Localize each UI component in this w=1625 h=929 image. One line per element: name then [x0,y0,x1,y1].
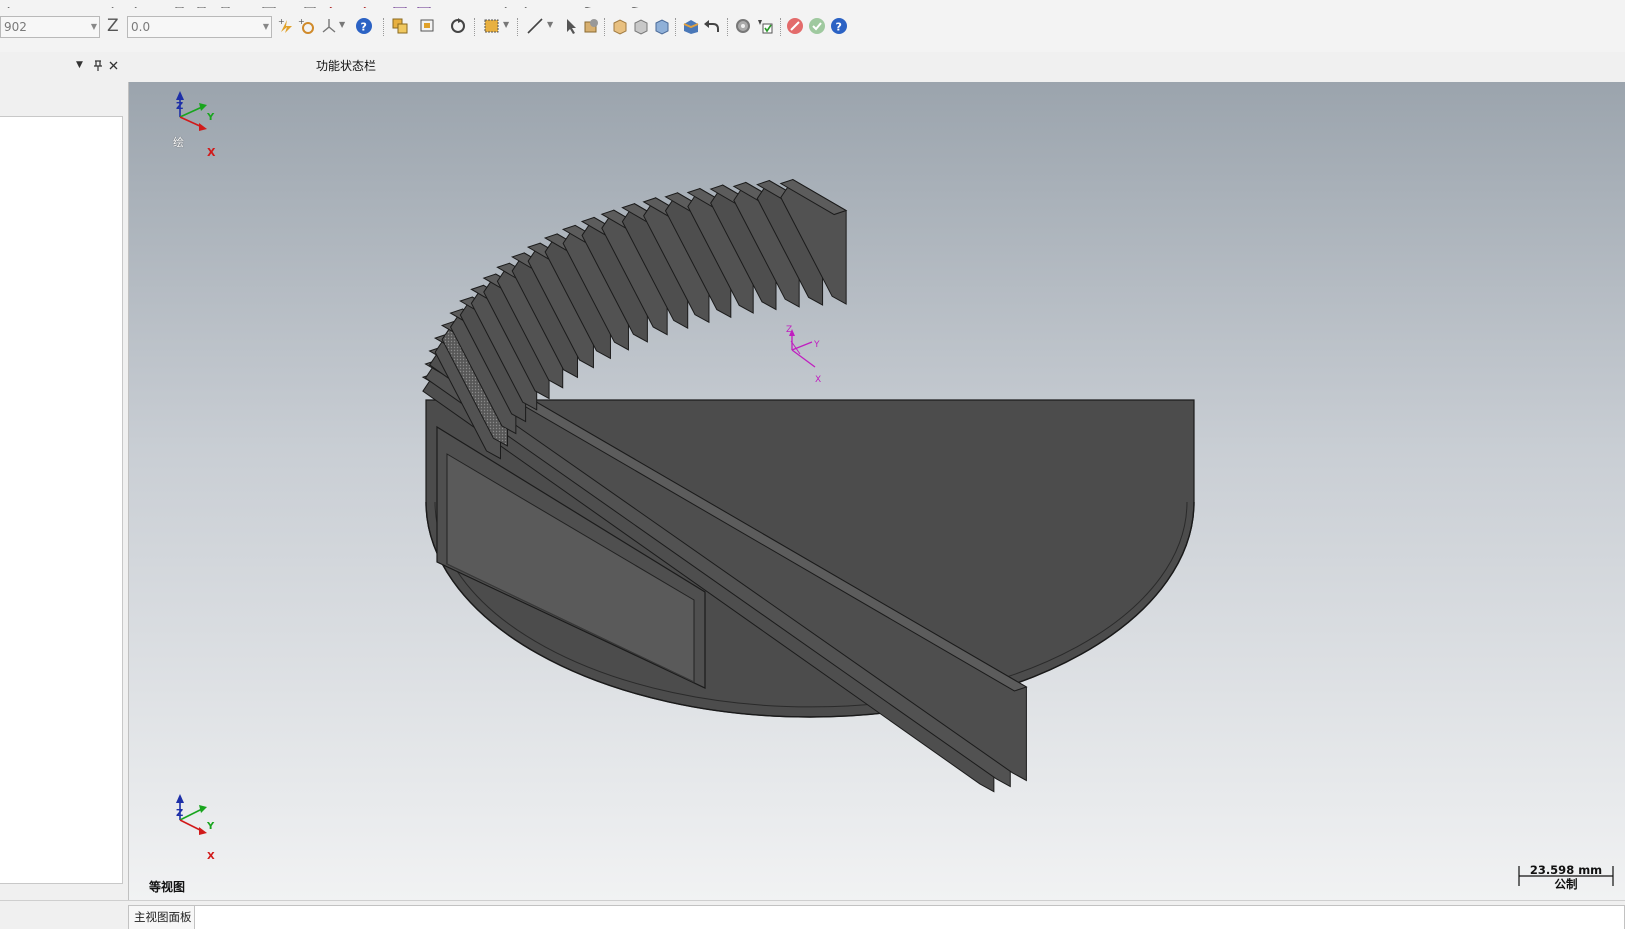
view-front-icon[interactable] [611,17,629,35]
window-select-icon[interactable] [419,17,437,35]
triad-label: 绘 [173,136,184,149]
z-coordinate-field[interactable]: 0.0 ▼ [127,16,272,38]
toolbar-separator [517,18,518,36]
rotate-view-icon[interactable] [449,17,467,35]
svg-text:Z: Z [176,808,183,819]
svg-text:+: + [298,17,305,26]
view-name-label: 等视图 [149,880,186,894]
snap-point-icon[interactable]: + [278,17,296,35]
toolbar-separator [675,18,676,36]
shaded-view-icon[interactable] [682,17,700,35]
toolbar-separator [383,18,384,36]
scale-indicator: 23.598 mm 公制 [1518,863,1614,891]
function-status-bar-title: 功能状态栏 [316,59,377,73]
z-dropdown-icon[interactable]: ▼ [263,17,269,37]
panel-header-row: ▼ 功能状态栏 [0,52,1625,80]
help-icon[interactable]: ? [830,17,848,35]
y-coordinate-field[interactable]: 902 ▼ [0,16,100,38]
ok-icon[interactable] [808,17,826,35]
left-manager-panel [0,80,124,900]
manager-content-area[interactable] [0,116,123,884]
line-dropdown-icon[interactable]: ▼ [547,20,553,29]
view-top-icon[interactable] [632,17,650,35]
viewport-canvas: Z Y X Z Y X Z Y X [176,91,1195,862]
z-coordinate-value: 0.0 [131,20,151,34]
tab-main-view-panel[interactable]: 主视图面板 [128,905,198,929]
svg-text:?: ? [836,21,842,34]
scale-value: 23.598 mm [1529,863,1603,877]
tab-main-view-panel-label: 主视图面板 [134,910,192,924]
y-coordinate-value: 902 [4,20,27,34]
view-iso-icon[interactable] [653,17,671,35]
pin-icon[interactable] [93,60,103,72]
svg-text:Y: Y [206,112,215,123]
scale-unit: 公制 [1554,877,1578,891]
origin-z-label: Z [786,325,792,335]
y-dropdown-icon[interactable]: ▼ [91,17,97,37]
toolbar-separator [474,18,475,36]
toolbar-separator [727,18,728,36]
snap-center-icon[interactable]: + [298,17,316,35]
pointer-icon[interactable] [562,17,580,35]
svg-text:X: X [207,851,215,862]
axis-mode-dropdown-icon[interactable]: ▼ [339,20,345,29]
graphics-viewport[interactable]: Z Y X Z Y X Z Y X 绘 等视图 23.598 mm 公制 [128,82,1625,900]
heatsink-model[interactable] [421,178,1195,793]
toolbar-row-cropped [0,0,1625,8]
settings-gear-icon[interactable] [734,17,752,35]
close-panel-icon[interactable] [109,61,118,70]
z-label: Z [107,16,119,36]
origin-y-label: Y [813,340,820,350]
main-toolbar: 902 ▼ Z 0.0 ▼ + + ▼ ? ▼ ▼ ? [0,0,1625,52]
toolbar-separator [780,18,781,36]
view-triad-bottom: Z Y X [176,794,215,862]
cancel-icon[interactable] [786,17,804,35]
select-layers-icon[interactable] [391,17,409,35]
line-tool-icon[interactable] [526,17,544,35]
checklist-icon[interactable] [756,17,774,35]
svg-text:Y: Y [206,821,215,832]
selection-box-icon[interactable] [483,17,501,35]
svg-text:+: + [278,17,285,26]
panel-menu-dropdown-icon[interactable]: ▼ [76,60,83,70]
bottom-tab-strip: 主视图面板 [0,900,1625,929]
axis-mode-icon[interactable] [320,17,338,35]
tab-strip-empty [194,905,1625,929]
model-origin-triad: Z Y X [786,325,821,385]
origin-x-label: X [815,375,821,385]
svg-text:Z: Z [176,101,183,112]
undo-view-icon[interactable] [703,17,721,35]
help-icon[interactable]: ? [355,17,373,35]
toolbar-separator [604,18,605,36]
svg-text:?: ? [361,21,367,34]
svg-text:X: X [207,146,216,159]
selection-dropdown-icon[interactable]: ▼ [503,20,509,29]
solid-select-icon[interactable] [582,17,600,35]
